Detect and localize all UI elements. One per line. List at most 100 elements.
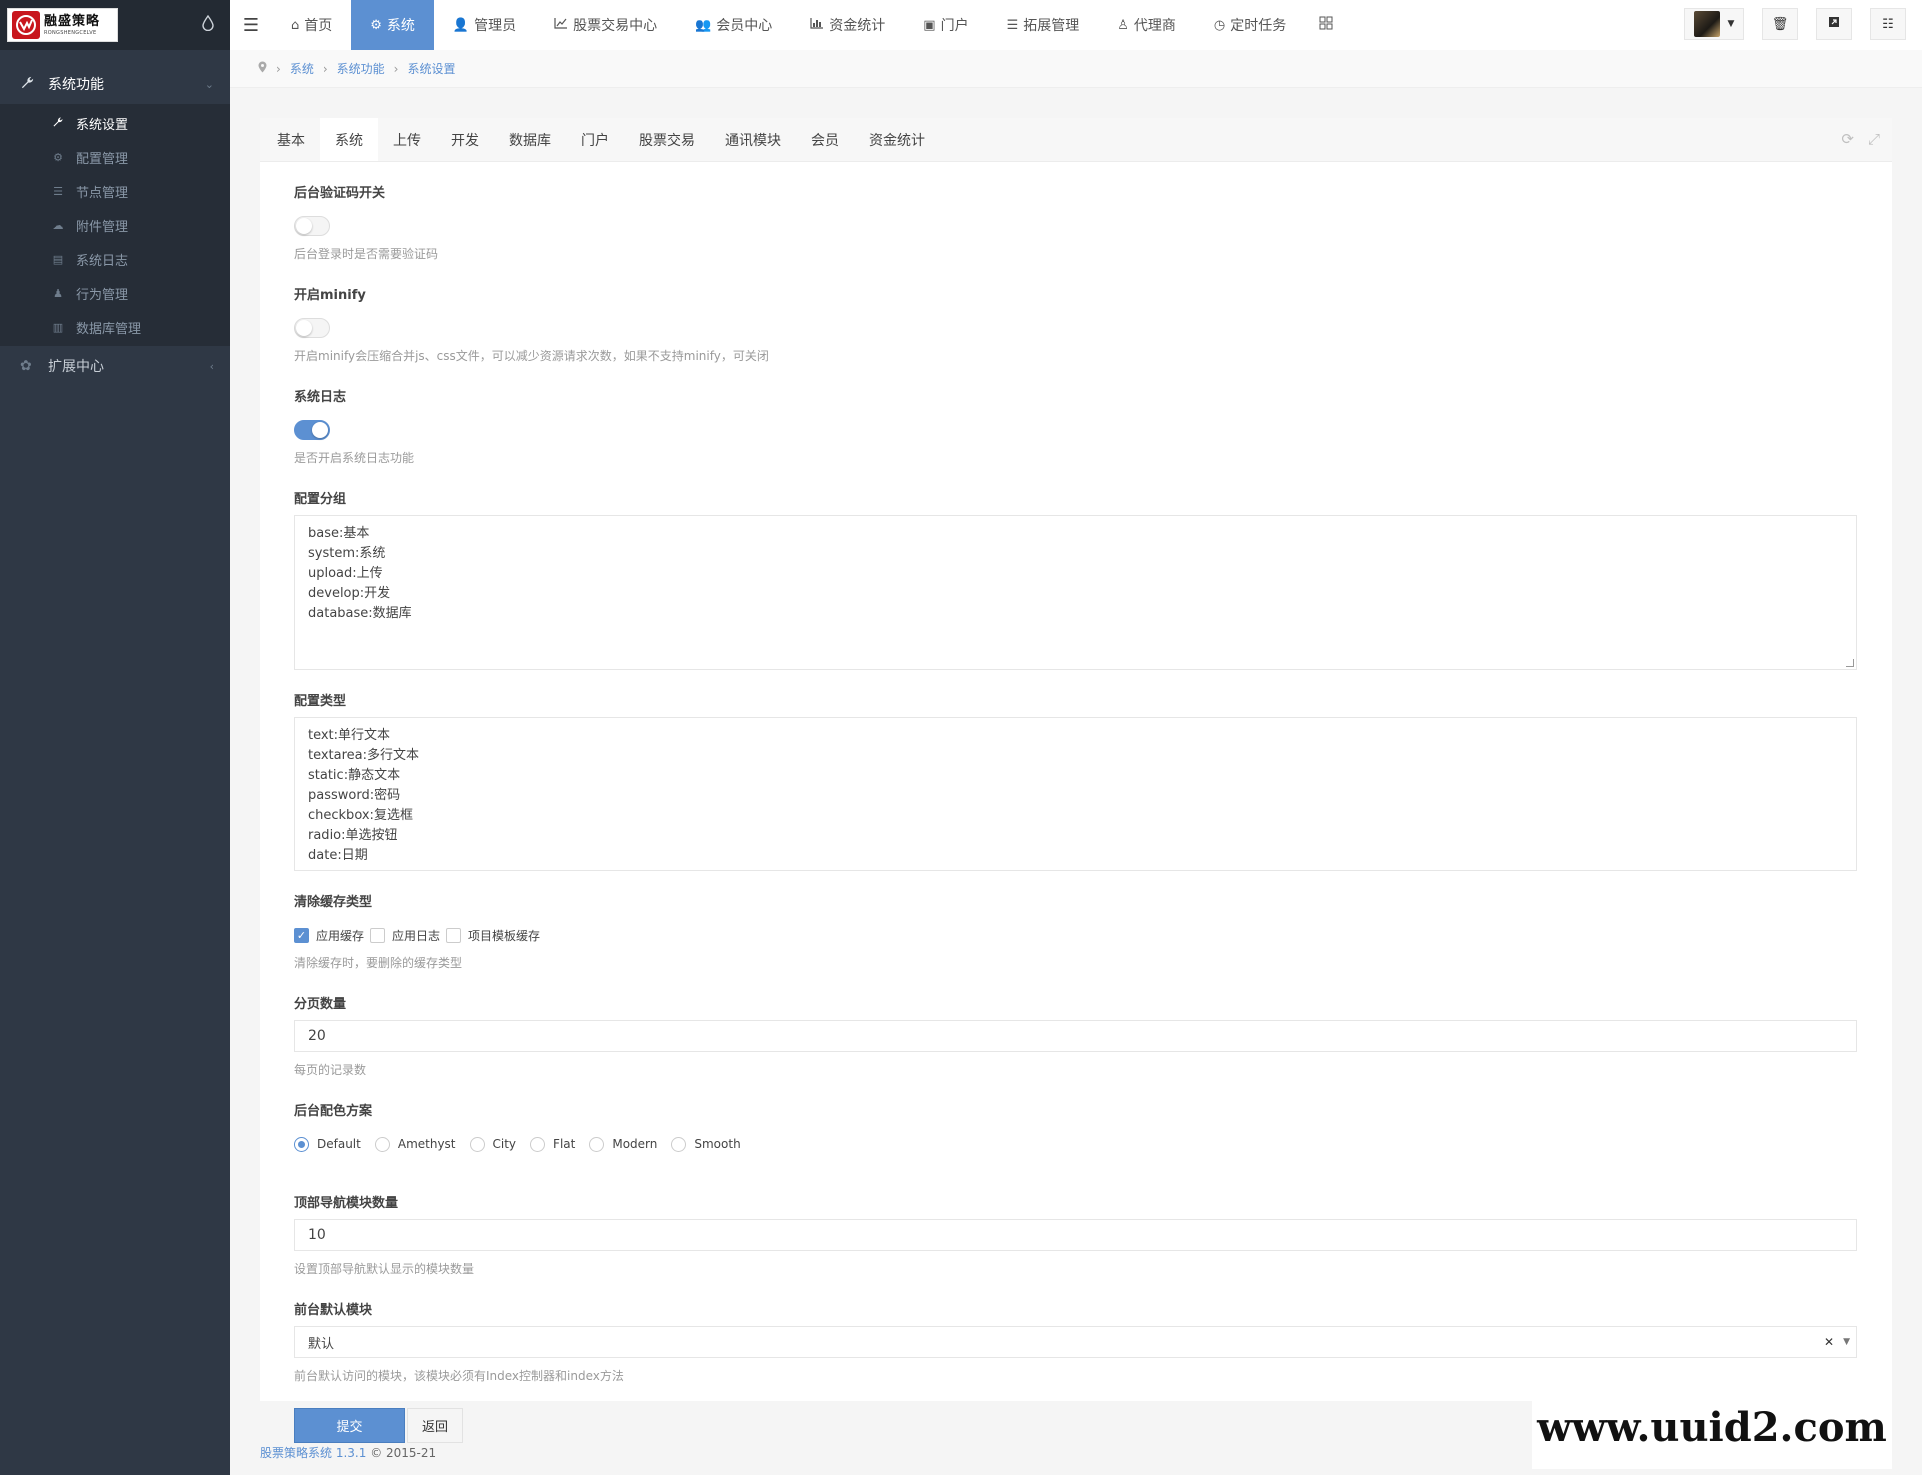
tab-basic[interactable]: 基本 — [262, 118, 320, 161]
default-module-select[interactable]: 默认 ✕ ▼ — [294, 1326, 1857, 1358]
sidebar-item-node-management[interactable]: ☰ 节点管理 — [0, 174, 230, 208]
nav-agent[interactable]: ♙ 代理商 — [1098, 0, 1195, 50]
checkbox-app-cache[interactable]: ✓ — [294, 927, 309, 943]
field-label: 分页数量 — [294, 997, 347, 1012]
radio-amethyst[interactable] — [374, 1136, 390, 1152]
sidebar-item-system-log[interactable]: ▤ 系统日志 — [0, 242, 230, 276]
tab-fund-statistics[interactable]: 资金统计 — [854, 118, 940, 161]
breadcrumb-item[interactable]: 系统 — [290, 60, 314, 77]
bar-chart-icon — [810, 17, 824, 33]
tab-portal[interactable]: 门户 — [566, 118, 624, 161]
map-marker-icon — [258, 61, 267, 76]
panel-tools: ⟳ ⤢ — [1841, 130, 1880, 148]
radio-city[interactable] — [469, 1136, 485, 1152]
radio-label: Flat — [553, 1137, 576, 1151]
sidebar-group-extension-center[interactable]: ✿ 扩展中心 ‹ — [0, 346, 230, 386]
textarea-line: text:单行文本 — [308, 728, 391, 743]
field-help: 设置顶部导航默认显示的模块数量 — [294, 1262, 475, 1276]
nav-extension-management[interactable]: ☰ 拓展管理 — [988, 0, 1099, 50]
nav-label: 会员中心 — [716, 18, 773, 34]
watermark: www.uuid2.com — [1532, 1385, 1892, 1469]
sidebar-item-behavior-management[interactable]: ♟ 行为管理 — [0, 276, 230, 310]
nav-admin[interactable]: 👤 管理员 — [434, 0, 535, 50]
nav-scheduled-tasks[interactable]: ◷ 定时任务 — [1195, 0, 1305, 50]
submit-button[interactable]: 提交 — [294, 1408, 405, 1443]
nav-home[interactable]: ⌂ 首页 — [272, 0, 351, 50]
field-help: 每页的记录数 — [294, 1063, 367, 1077]
textarea-line: static:静态文本 — [308, 768, 401, 783]
tab-communication[interactable]: 通讯模块 — [710, 118, 796, 161]
database-icon: ▥ — [52, 320, 64, 334]
config-type-textarea[interactable]: text:单行文本 textarea:多行文本 static:静态文本 pass… — [294, 717, 1857, 871]
field-system-log: 系统日志 是否开启系统日志功能 — [294, 388, 1858, 466]
textarea-line: system:系统 — [308, 546, 386, 561]
field-minify: 开启minify 开启minify会压缩合并js、css文件，可以减少资源请求次… — [294, 286, 1858, 364]
breadcrumb-item[interactable]: 系统功能 — [337, 60, 385, 77]
open-frontend-button[interactable] — [1816, 8, 1852, 40]
minify-switch[interactable] — [294, 318, 330, 338]
clock-icon: ◷ — [1213, 17, 1226, 33]
system-log-switch[interactable] — [294, 420, 330, 440]
tab-upload[interactable]: 上传 — [378, 118, 436, 161]
field-help: 清除缓存时，要删除的缓存类型 — [294, 956, 463, 970]
checkbox-app-log[interactable] — [370, 927, 386, 943]
logo[interactable]: 融盛策略 RONGSHENGCELVE — [7, 8, 118, 42]
field-default-module: 前台默认模块 默认 ✕ ▼ 前台默认访问的模块，该模块必须有Index控制器和i… — [294, 1301, 1858, 1384]
tab-stock-trading[interactable]: 股票交易 — [624, 118, 710, 161]
radio-smooth[interactable] — [671, 1136, 687, 1152]
more-modules-grid-icon[interactable] — [1305, 16, 1347, 34]
nav-member-center[interactable]: 👥 会员中心 — [676, 0, 791, 50]
sidebar-item-label: 附件管理 — [76, 219, 129, 235]
refresh-icon[interactable]: ⟳ — [1841, 130, 1854, 148]
radio-flat[interactable] — [530, 1136, 546, 1152]
cogs-icon: ⚙ — [53, 150, 63, 164]
caret-down-icon: ▼ — [1727, 19, 1735, 29]
fullscreen-icon[interactable]: ⤢ — [1868, 130, 1880, 148]
nav-stock-trading-center[interactable]: 股票交易中心 — [535, 0, 676, 50]
menu-toggle-icon[interactable]: ☰ — [230, 0, 272, 50]
resize-grip-icon[interactable] — [1846, 659, 1854, 667]
captcha-switch[interactable] — [294, 216, 330, 236]
nav-label: 门户 — [940, 18, 969, 34]
sidebar-item-system-settings[interactable]: 系统设置 — [0, 106, 230, 140]
theme-drop-icon[interactable] — [202, 14, 214, 35]
tab-system[interactable]: 系统 — [320, 118, 378, 161]
tab-develop[interactable]: 开发 — [436, 118, 494, 161]
settings-panel: 基本 系统 上传 开发 数据库 门户 股票交易 通讯模块 会员 资金统计 ⟳ ⤢… — [260, 118, 1892, 1443]
breadcrumb-item[interactable]: 系统设置 — [407, 60, 455, 77]
sidebar-item-database-management[interactable]: ▥ 数据库管理 — [0, 310, 230, 344]
tab-database[interactable]: 数据库 — [494, 118, 566, 161]
topnav-count-input[interactable]: 10 — [294, 1219, 1857, 1251]
sidebar-group-label: 扩展中心 — [48, 359, 104, 375]
sidebar-item-attachment-management[interactable]: ☁ 附件管理 — [0, 208, 230, 242]
back-button[interactable]: 返回 — [407, 1408, 463, 1443]
nav-portal[interactable]: ▣ 门户 — [904, 0, 987, 50]
clear-icon[interactable]: ✕ — [1824, 1335, 1834, 1349]
config-group-textarea[interactable]: base:基本 system:系统 upload:上传 develop:开发 d… — [294, 515, 1857, 670]
radio-label: City — [492, 1137, 517, 1151]
breadcrumb: › 系统 › 系统功能 › 系统设置 — [230, 50, 1922, 88]
nav-fund-statistics[interactable]: 资金统计 — [791, 0, 904, 50]
footer-brand[interactable]: 股票策略系统 1.3.1 — [260, 1446, 366, 1460]
clear-cache-button[interactable]: 🗑 — [1762, 8, 1798, 40]
sidebar-group-system-functions[interactable]: 系统功能 ⌄ — [0, 64, 230, 104]
home-icon: ⌂ — [291, 17, 300, 33]
radio-default[interactable] — [294, 1136, 309, 1152]
field-label: 开启minify — [294, 288, 366, 303]
tasks-icon: ☷ — [1882, 16, 1894, 32]
user-menu-button[interactable]: ▼ — [1684, 8, 1744, 40]
nav-system[interactable]: ⚙ 系统 — [351, 0, 434, 50]
radio-label: Amethyst — [397, 1137, 456, 1151]
checkbox-template-cache[interactable] — [446, 927, 462, 943]
textarea-line: database:数据库 — [308, 606, 412, 621]
settings-tabs: 基本 系统 上传 开发 数据库 门户 股票交易 通讯模块 会员 资金统计 ⟳ ⤢ — [260, 118, 1892, 162]
field-captcha: 后台验证码开关 后台登录时是否需要验证码 — [294, 184, 1858, 262]
side-overlay-button[interactable]: ☷ — [1870, 8, 1906, 40]
page-size-input[interactable]: 20 — [294, 1020, 1857, 1052]
checkbox-label: 应用日志 — [392, 928, 441, 943]
sidebar-item-label: 节点管理 — [76, 185, 129, 201]
sidebar-item-config-management[interactable]: ⚙ 配置管理 — [0, 140, 230, 174]
tab-member[interactable]: 会员 — [796, 118, 854, 161]
radio-modern[interactable] — [589, 1136, 605, 1152]
field-label: 后台验证码开关 — [294, 186, 386, 201]
